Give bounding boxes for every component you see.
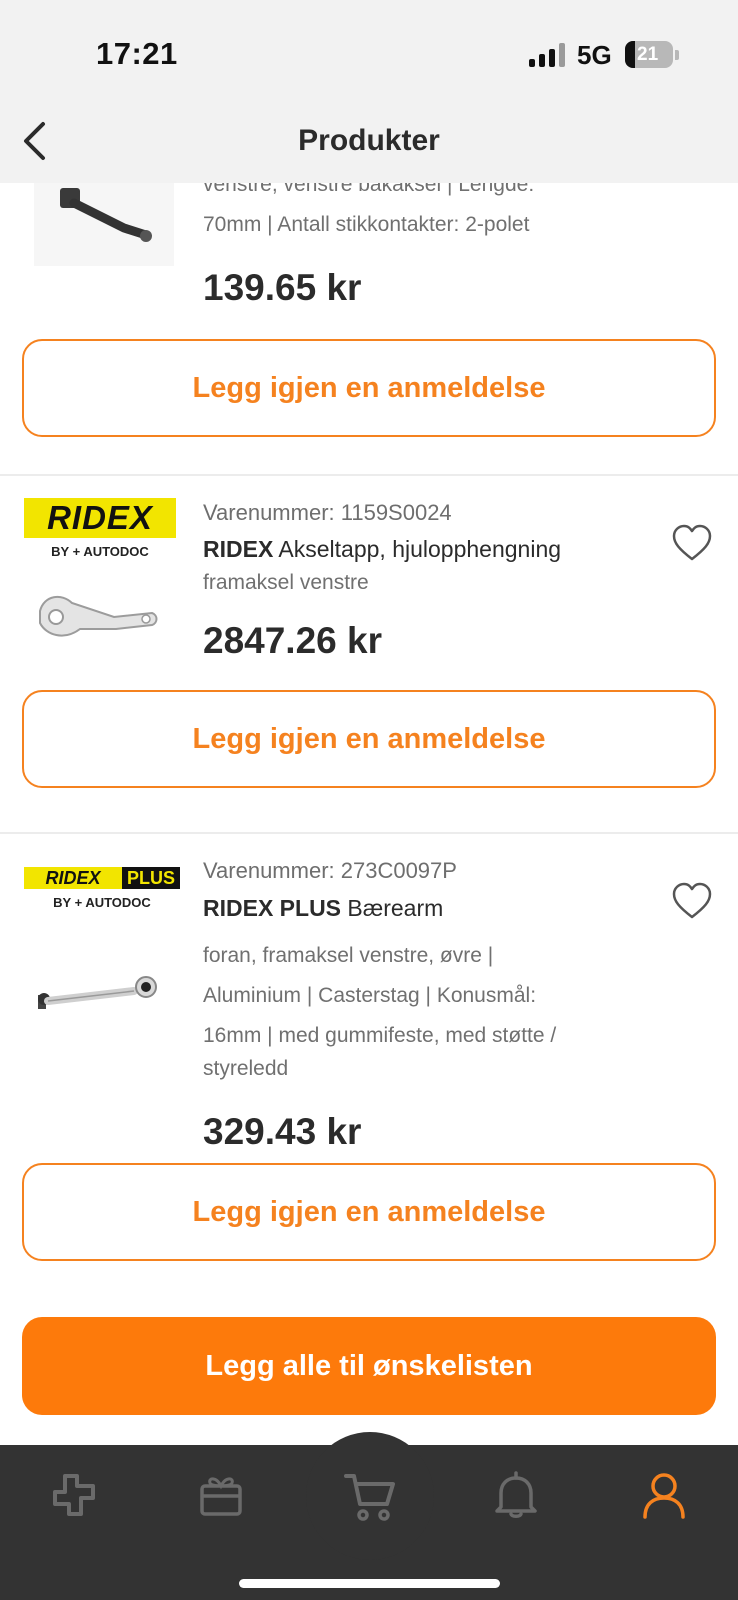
description-line: 16mm | med gummifeste, med støtte / [203, 1024, 557, 1047]
bell-icon [495, 1471, 537, 1518]
logo-plus-text: PLUS [126, 867, 175, 888]
battery-level: 21 [637, 44, 659, 65]
signal-icon [529, 43, 569, 67]
divider [0, 832, 738, 834]
product-name[interactable]: RIDEX PLUS Bærearm [203, 895, 443, 922]
battery-cap [675, 50, 679, 60]
network-label: 5G [577, 40, 612, 70]
logo-text: RIDEX [47, 499, 153, 536]
product-price: 329.43 kr [203, 1111, 362, 1152]
nav-bar: Produkter [0, 100, 738, 183]
product-image-control-arm[interactable] [34, 975, 162, 1015]
product-price: 2847.26 kr [203, 620, 383, 661]
cart-icon [344, 1474, 395, 1521]
product-title: Bærearm [347, 895, 444, 921]
ridex-plus-logo: RIDEX PLUS BY + AUTODOC [24, 867, 180, 910]
status-time: 17:21 [96, 36, 178, 71]
leave-review-button[interactable]: Legg igjen en anmeldelse [22, 339, 716, 437]
product-sku: Varenummer: 1159S0024 [203, 500, 452, 525]
description-line: venstre, venstre bakaksel | Lengde: [203, 183, 535, 196]
product-card: venstre, venstre bakaksel | Lengde: 70mm… [0, 183, 738, 473]
tab-profile[interactable] [634, 1467, 694, 1523]
product-title: Akseltapp, hjulopphengning [278, 536, 562, 562]
logo-text: RIDEX [45, 867, 101, 888]
product-description: foran, framaksel venstre, øvre | Alumini… [203, 936, 633, 1082]
product-list[interactable]: venstre, venstre bakaksel | Lengde: 70mm… [0, 183, 738, 1445]
product-description: framaksel venstre [203, 571, 369, 594]
catalog-icon [53, 1474, 95, 1516]
battery-icon: 21 [625, 41, 673, 68]
product-brand: RIDEX [203, 536, 274, 562]
description-line: foran, framaksel venstre, øvre | [203, 944, 494, 967]
product-name[interactable]: RIDEX Akseltapp, hjulopphengning [203, 536, 561, 563]
tab-notifications[interactable] [486, 1467, 546, 1523]
home-indicator[interactable] [239, 1579, 500, 1588]
description-line: Aluminium | Casterstag | Konusmål: [203, 984, 537, 1007]
gift-icon [200, 1477, 242, 1516]
product-image-abs-sensor[interactable] [34, 183, 174, 266]
logo-subtext: BY + AUTODOC [51, 544, 149, 559]
add-all-to-wishlist-button[interactable]: Legg alle til ønskelisten [22, 1317, 716, 1415]
product-sku: Varenummer: 273C0097P [203, 858, 457, 883]
description-line: 70mm | Antall stikkontakter: 2-polet [203, 213, 530, 236]
leave-review-button[interactable]: Legg igjen en anmeldelse [22, 690, 716, 788]
ridex-logo: RIDEX BY + AUTODOC [24, 498, 176, 562]
favorite-heart-icon[interactable] [671, 524, 713, 562]
tab-offers[interactable] [191, 1467, 251, 1523]
status-bar: 17:21 5G 21 [0, 0, 738, 100]
product-description: venstre, venstre bakaksel | Lengde: 70mm… [203, 183, 633, 245]
tab-catalog[interactable] [44, 1467, 104, 1523]
tab-cart[interactable] [306, 1432, 434, 1560]
leave-review-button[interactable]: Legg igjen en anmeldelse [22, 1163, 716, 1261]
logo-subtext: BY + AUTODOC [53, 895, 151, 910]
description-line: styreledd [203, 1057, 289, 1080]
bottom-tab-bar [0, 1432, 738, 1600]
product-image-steering-knuckle[interactable] [34, 583, 162, 649]
profile-icon [643, 1473, 685, 1519]
product-price: 139.65 kr [203, 267, 362, 308]
product-brand: RIDEX PLUS [203, 895, 342, 921]
page-title: Produkter [298, 124, 440, 157]
favorite-heart-icon[interactable] [671, 882, 713, 920]
